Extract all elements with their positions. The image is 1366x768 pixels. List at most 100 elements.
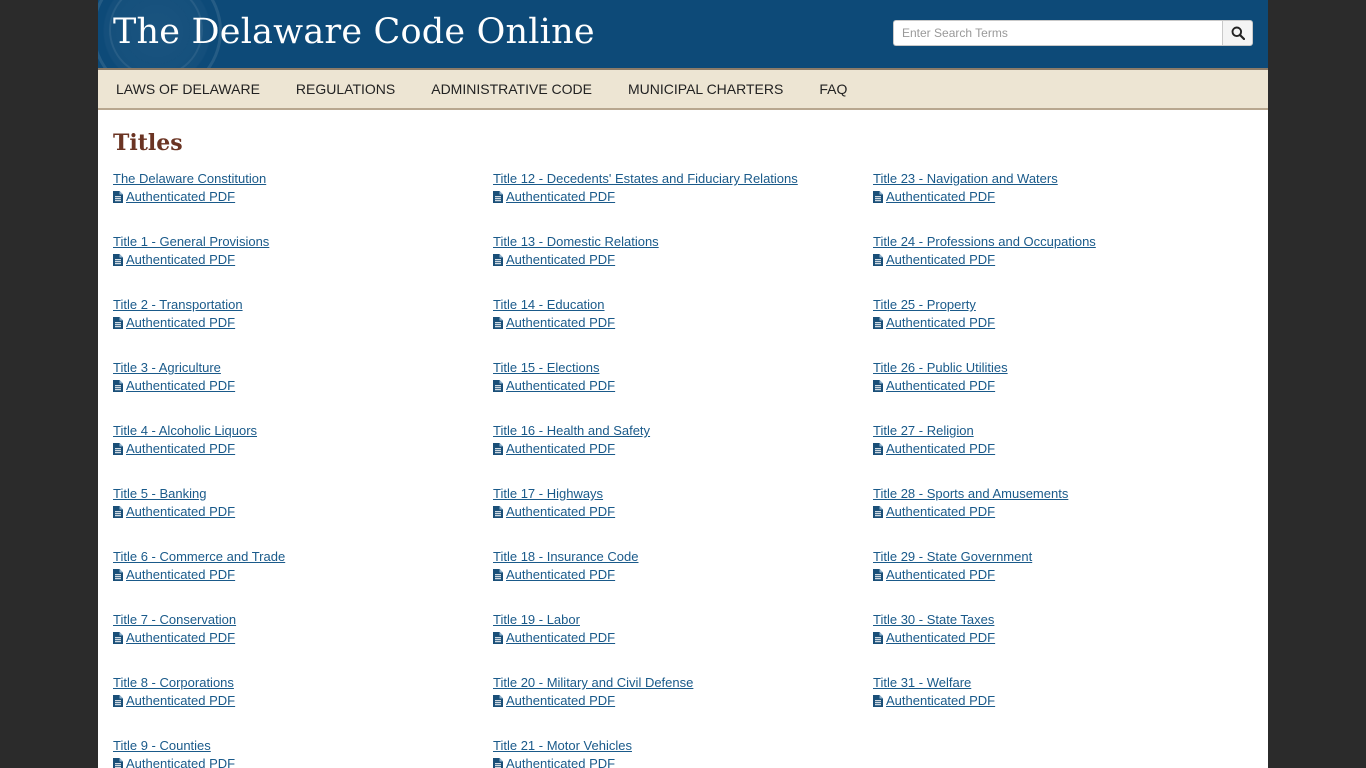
- title-link[interactable]: Title 3 - Agriculture: [113, 359, 221, 377]
- title-link[interactable]: Title 20 - Military and Civil Defense: [493, 674, 693, 692]
- file-icon: [113, 317, 123, 329]
- nav-regulations[interactable]: REGULATIONS: [278, 70, 413, 108]
- authenticated-pdf-link[interactable]: Authenticated PDF: [873, 314, 995, 332]
- pdf-link-label: Authenticated PDF: [506, 441, 616, 456]
- authenticated-pdf-link[interactable]: Authenticated PDF: [113, 629, 235, 647]
- authenticated-pdf-link[interactable]: Authenticated PDF: [493, 692, 615, 710]
- title-link[interactable]: Title 26 - Public Utilities: [873, 359, 1008, 377]
- title-entry: Title 9 - Counties Authenticated PDF: [113, 737, 493, 768]
- title-entry: Title 14 - Education Authenticated PDF: [493, 296, 873, 359]
- pdf-row: Authenticated PDF: [873, 188, 1253, 206]
- authenticated-pdf-link[interactable]: Authenticated PDF: [873, 566, 995, 584]
- authenticated-pdf-link[interactable]: Authenticated PDF: [113, 251, 235, 269]
- title-link[interactable]: Title 6 - Commerce and Trade: [113, 548, 285, 566]
- title-link[interactable]: Title 14 - Education: [493, 296, 605, 314]
- authenticated-pdf-link[interactable]: Authenticated PDF: [113, 503, 235, 521]
- title-link[interactable]: Title 2 - Transportation: [113, 296, 243, 314]
- authenticated-pdf-link[interactable]: Authenticated PDF: [493, 755, 615, 768]
- title-link[interactable]: Title 12 - Decedents' Estates and Fiduci…: [493, 170, 798, 188]
- authenticated-pdf-link[interactable]: Authenticated PDF: [493, 629, 615, 647]
- authenticated-pdf-link[interactable]: Authenticated PDF: [873, 503, 995, 521]
- search-input[interactable]: [893, 20, 1222, 46]
- file-icon: [873, 254, 883, 266]
- authenticated-pdf-link[interactable]: Authenticated PDF: [493, 377, 615, 395]
- title-link[interactable]: Title 24 - Professions and Occupations: [873, 233, 1096, 251]
- title-entry: Title 13 - Domestic Relations Authenticat…: [493, 233, 873, 296]
- authenticated-pdf-link[interactable]: Authenticated PDF: [113, 755, 235, 768]
- pdf-link-label: Authenticated PDF: [126, 567, 236, 582]
- title-entry: Title 8 - Corporations Authenticated PDF: [113, 674, 493, 737]
- pdf-link-label: Authenticated PDF: [506, 567, 616, 582]
- title-link[interactable]: The Delaware Constitution: [113, 170, 266, 188]
- pdf-link-label: Authenticated PDF: [506, 630, 616, 645]
- titles-list: The Delaware Constitution Authenticated P…: [113, 170, 1253, 768]
- title-link[interactable]: Title 17 - Highways: [493, 485, 603, 503]
- file-icon: [493, 569, 503, 581]
- authenticated-pdf-link[interactable]: Authenticated PDF: [873, 251, 995, 269]
- pdf-link-label: Authenticated PDF: [126, 378, 236, 393]
- title-link[interactable]: Title 29 - State Government: [873, 548, 1032, 566]
- title-link[interactable]: Title 15 - Elections: [493, 359, 599, 377]
- file-icon: [873, 380, 883, 392]
- authenticated-pdf-link[interactable]: Authenticated PDF: [113, 692, 235, 710]
- title-link[interactable]: Title 25 - Property: [873, 296, 976, 314]
- main-nav: LAWS OF DELAWARE REGULATIONS ADMINISTRAT…: [98, 68, 1268, 110]
- pdf-row: Authenticated PDF: [113, 251, 493, 269]
- authenticated-pdf-link[interactable]: Authenticated PDF: [113, 314, 235, 332]
- authenticated-pdf-link[interactable]: Authenticated PDF: [873, 440, 995, 458]
- file-icon: [493, 443, 503, 455]
- authenticated-pdf-link[interactable]: Authenticated PDF: [493, 314, 615, 332]
- pdf-link-label: Authenticated PDF: [506, 189, 616, 204]
- pdf-link-label: Authenticated PDF: [126, 756, 236, 768]
- title-link[interactable]: Title 30 - State Taxes: [873, 611, 994, 629]
- authenticated-pdf-link[interactable]: Authenticated PDF: [493, 188, 615, 206]
- title-entry: Title 16 - Health and Safety Authenticate…: [493, 422, 873, 485]
- title-link[interactable]: Title 31 - Welfare: [873, 674, 971, 692]
- title-entry: Title 27 - Religion Authenticated PDF: [873, 422, 1253, 485]
- authenticated-pdf-link[interactable]: Authenticated PDF: [873, 692, 995, 710]
- authenticated-pdf-link[interactable]: Authenticated PDF: [113, 188, 235, 206]
- authenticated-pdf-link[interactable]: Authenticated PDF: [113, 566, 235, 584]
- title-link[interactable]: Title 5 - Banking: [113, 485, 206, 503]
- nav-laws-of-delaware[interactable]: LAWS OF DELAWARE: [98, 70, 278, 108]
- authenticated-pdf-link[interactable]: Authenticated PDF: [113, 377, 235, 395]
- authenticated-pdf-link[interactable]: Authenticated PDF: [493, 440, 615, 458]
- title-link[interactable]: Title 28 - Sports and Amusements: [873, 485, 1068, 503]
- authenticated-pdf-link[interactable]: Authenticated PDF: [493, 566, 615, 584]
- title-link[interactable]: Title 4 - Alcoholic Liquors: [113, 422, 257, 440]
- title-link[interactable]: Title 21 - Motor Vehicles: [493, 737, 632, 755]
- pdf-link-label: Authenticated PDF: [886, 378, 996, 393]
- nav-administrative-code[interactable]: ADMINISTRATIVE CODE: [413, 70, 610, 108]
- title-link[interactable]: Title 23 - Navigation and Waters: [873, 170, 1058, 188]
- title-link[interactable]: Title 18 - Insurance Code: [493, 548, 638, 566]
- authenticated-pdf-link[interactable]: Authenticated PDF: [493, 251, 615, 269]
- nav-faq[interactable]: FAQ: [801, 70, 865, 108]
- authenticated-pdf-link[interactable]: Authenticated PDF: [113, 440, 235, 458]
- pdf-link-label: Authenticated PDF: [506, 378, 616, 393]
- title-link[interactable]: Title 16 - Health and Safety: [493, 422, 650, 440]
- pdf-link-label: Authenticated PDF: [886, 189, 996, 204]
- title-link[interactable]: Title 8 - Corporations: [113, 674, 234, 692]
- pdf-link-label: Authenticated PDF: [126, 315, 236, 330]
- authenticated-pdf-link[interactable]: Authenticated PDF: [873, 629, 995, 647]
- file-icon: [873, 317, 883, 329]
- title-link[interactable]: Title 13 - Domestic Relations: [493, 233, 659, 251]
- search-button[interactable]: [1222, 20, 1253, 46]
- file-icon: [493, 254, 503, 266]
- authenticated-pdf-link[interactable]: Authenticated PDF: [873, 377, 995, 395]
- authenticated-pdf-link[interactable]: Authenticated PDF: [873, 188, 995, 206]
- title-entry: Title 17 - Highways Authenticated PDF: [493, 485, 873, 548]
- title-entry: Title 24 - Professions and Occupations Au…: [873, 233, 1253, 296]
- title-link[interactable]: Title 7 - Conservation: [113, 611, 236, 629]
- file-icon: [113, 632, 123, 644]
- pdf-row: Authenticated PDF: [113, 629, 493, 647]
- site-title[interactable]: The Delaware Code Online: [113, 10, 595, 54]
- authenticated-pdf-link[interactable]: Authenticated PDF: [493, 503, 615, 521]
- nav-municipal-charters[interactable]: MUNICIPAL CHARTERS: [610, 70, 801, 108]
- title-link[interactable]: Title 27 - Religion: [873, 422, 974, 440]
- file-icon: [113, 506, 123, 518]
- title-link[interactable]: Title 1 - General Provisions: [113, 233, 269, 251]
- title-link[interactable]: Title 9 - Counties: [113, 737, 211, 755]
- title-link[interactable]: Title 19 - Labor: [493, 611, 580, 629]
- file-icon: [873, 695, 883, 707]
